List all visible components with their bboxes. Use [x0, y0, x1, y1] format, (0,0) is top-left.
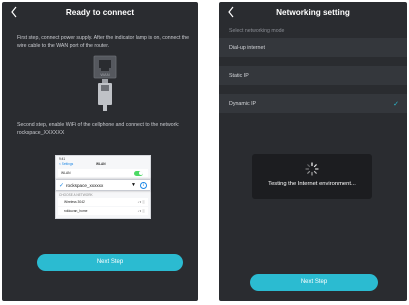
option-label: Dynamic IP: [229, 101, 257, 107]
choose-network-label: CHOOSE A NETWORK: [59, 193, 93, 197]
selected-network-row: ✓ rockspace_xxxxxx ▼ i: [55, 179, 151, 191]
networking-setting-screen: Networking setting Select networking mod…: [219, 2, 407, 301]
network-name: rokkuvan_home: [64, 209, 88, 213]
top-bar: Networking setting: [219, 2, 407, 24]
wlan-header: WLAN: [96, 162, 106, 166]
option-label: Dial-up internet: [229, 45, 265, 51]
selected-network-name: rockspace_xxxxxx: [66, 183, 104, 188]
wan-label: WAN: [100, 72, 109, 77]
step-two-text: Second step, enable WiFi of the cellphon…: [17, 122, 180, 136]
option-static-ip[interactable]: Static IP: [219, 66, 407, 86]
wlan-row-label: WLAN: [61, 171, 71, 175]
option-dial-up[interactable]: Dial-up internet: [219, 38, 407, 58]
option-label: Static IP: [229, 73, 249, 79]
status-bar: 9:41: [59, 157, 66, 161]
loading-toast: Testing the Internet environment...: [252, 154, 372, 199]
router-icon: WAN: [93, 55, 117, 111]
info-icon: i: [140, 181, 147, 189]
next-step-button[interactable]: Next Step: [37, 254, 183, 271]
top-bar: Ready to connect: [2, 2, 198, 24]
page-title: Networking setting: [276, 8, 350, 17]
wlan-toggle-row: WLAN: [58, 169, 148, 177]
next-step-button[interactable]: Next Step: [250, 274, 378, 291]
section-label: Select networking mode: [229, 28, 285, 34]
checkmark-icon: ✓: [59, 183, 65, 189]
step-one-text: First step, connect power supply. After …: [17, 35, 190, 49]
network-signal: • ▾ ⓘ: [137, 200, 145, 204]
network-row: Wireless 3042 • ▾ ⓘ: [58, 198, 148, 206]
network-row: rokkuvan_home • ▾ ⓘ: [58, 207, 148, 215]
ready-to-connect-screen: Ready to connect First step, connect pow…: [2, 2, 198, 301]
toast-message: Testing the Internet environment...: [268, 181, 356, 187]
network-name: Wireless 3042: [64, 200, 85, 204]
checkmark-icon: ✓: [393, 101, 399, 108]
settings-back-link: < Settings: [59, 162, 74, 166]
spinner-icon: [305, 162, 319, 176]
network-signal: • ▾ ⓘ: [137, 209, 145, 213]
wlan-toggle: [134, 170, 143, 176]
option-dynamic-ip[interactable]: Dynamic IP ✓: [219, 94, 407, 114]
page-title: Ready to connect: [65, 8, 135, 17]
wifi-icon: ▼: [131, 182, 136, 188]
